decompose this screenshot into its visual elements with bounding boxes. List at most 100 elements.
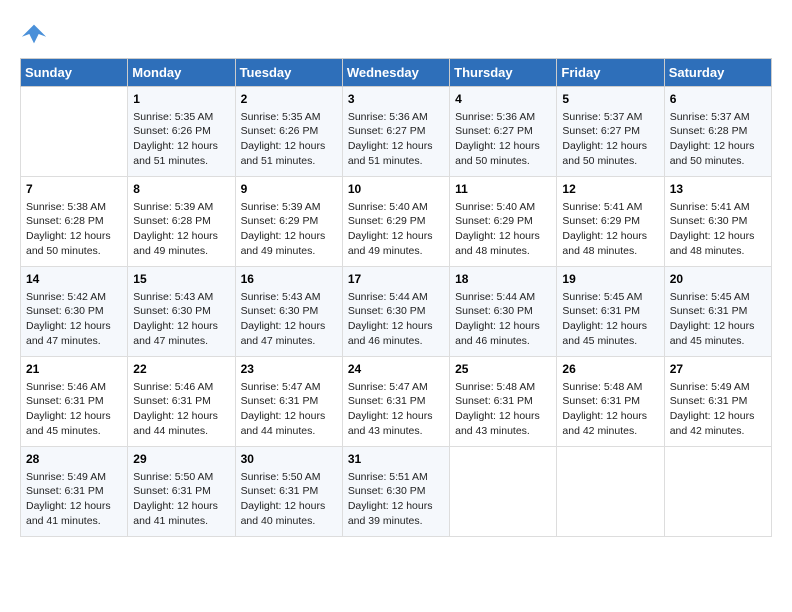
- day-number: 5: [562, 91, 658, 108]
- day-info: Sunrise: 5:35 AM Sunset: 6:26 PM Dayligh…: [241, 110, 337, 169]
- day-info: Sunrise: 5:39 AM Sunset: 6:29 PM Dayligh…: [241, 200, 337, 259]
- calendar-cell: [557, 447, 664, 537]
- day-number: 21: [26, 361, 122, 378]
- day-info: Sunrise: 5:46 AM Sunset: 6:31 PM Dayligh…: [26, 380, 122, 439]
- day-info: Sunrise: 5:40 AM Sunset: 6:29 PM Dayligh…: [455, 200, 551, 259]
- calendar-cell: 31 Sunrise: 5:51 AM Sunset: 6:30 PM Dayli…: [342, 447, 449, 537]
- calendar-cell: 27 Sunrise: 5:49 AM Sunset: 6:31 PM Dayli…: [664, 357, 771, 447]
- calendar-cell: 3 Sunrise: 5:36 AM Sunset: 6:27 PM Daylig…: [342, 87, 449, 177]
- day-info: Sunrise: 5:41 AM Sunset: 6:30 PM Dayligh…: [670, 200, 766, 259]
- day-number: 24: [348, 361, 444, 378]
- day-info: Sunrise: 5:37 AM Sunset: 6:28 PM Dayligh…: [670, 110, 766, 169]
- day-info: Sunrise: 5:38 AM Sunset: 6:28 PM Dayligh…: [26, 200, 122, 259]
- day-info: Sunrise: 5:41 AM Sunset: 6:29 PM Dayligh…: [562, 200, 658, 259]
- day-info: Sunrise: 5:47 AM Sunset: 6:31 PM Dayligh…: [348, 380, 444, 439]
- day-info: Sunrise: 5:36 AM Sunset: 6:27 PM Dayligh…: [455, 110, 551, 169]
- day-info: Sunrise: 5:35 AM Sunset: 6:26 PM Dayligh…: [133, 110, 229, 169]
- day-number: 4: [455, 91, 551, 108]
- calendar-cell: 9 Sunrise: 5:39 AM Sunset: 6:29 PM Daylig…: [235, 177, 342, 267]
- day-info: Sunrise: 5:50 AM Sunset: 6:31 PM Dayligh…: [241, 470, 337, 529]
- logo: [20, 20, 52, 48]
- page-header: [20, 20, 772, 48]
- calendar-cell: [664, 447, 771, 537]
- day-number: 7: [26, 181, 122, 198]
- calendar-cell: 19 Sunrise: 5:45 AM Sunset: 6:31 PM Dayli…: [557, 267, 664, 357]
- calendar-cell: 5 Sunrise: 5:37 AM Sunset: 6:27 PM Daylig…: [557, 87, 664, 177]
- calendar-cell: 1 Sunrise: 5:35 AM Sunset: 6:26 PM Daylig…: [128, 87, 235, 177]
- day-info: Sunrise: 5:48 AM Sunset: 6:31 PM Dayligh…: [455, 380, 551, 439]
- day-number: 19: [562, 271, 658, 288]
- day-number: 3: [348, 91, 444, 108]
- day-info: Sunrise: 5:49 AM Sunset: 6:31 PM Dayligh…: [670, 380, 766, 439]
- day-number: 22: [133, 361, 229, 378]
- day-number: 9: [241, 181, 337, 198]
- calendar-cell: 26 Sunrise: 5:48 AM Sunset: 6:31 PM Dayli…: [557, 357, 664, 447]
- day-number: 23: [241, 361, 337, 378]
- day-number: 6: [670, 91, 766, 108]
- day-number: 26: [562, 361, 658, 378]
- day-info: Sunrise: 5:45 AM Sunset: 6:31 PM Dayligh…: [562, 290, 658, 349]
- day-number: 31: [348, 451, 444, 468]
- day-number: 18: [455, 271, 551, 288]
- day-info: Sunrise: 5:51 AM Sunset: 6:30 PM Dayligh…: [348, 470, 444, 529]
- day-info: Sunrise: 5:37 AM Sunset: 6:27 PM Dayligh…: [562, 110, 658, 169]
- day-number: 16: [241, 271, 337, 288]
- calendar-cell: [21, 87, 128, 177]
- day-number: 29: [133, 451, 229, 468]
- day-number: 1: [133, 91, 229, 108]
- day-number: 27: [670, 361, 766, 378]
- day-info: Sunrise: 5:42 AM Sunset: 6:30 PM Dayligh…: [26, 290, 122, 349]
- calendar-cell: 25 Sunrise: 5:48 AM Sunset: 6:31 PM Dayli…: [450, 357, 557, 447]
- day-info: Sunrise: 5:43 AM Sunset: 6:30 PM Dayligh…: [133, 290, 229, 349]
- calendar-cell: 30 Sunrise: 5:50 AM Sunset: 6:31 PM Dayli…: [235, 447, 342, 537]
- day-info: Sunrise: 5:44 AM Sunset: 6:30 PM Dayligh…: [455, 290, 551, 349]
- day-number: 20: [670, 271, 766, 288]
- col-header-thursday: Thursday: [450, 59, 557, 87]
- calendar-cell: 29 Sunrise: 5:50 AM Sunset: 6:31 PM Dayli…: [128, 447, 235, 537]
- col-header-saturday: Saturday: [664, 59, 771, 87]
- day-number: 8: [133, 181, 229, 198]
- col-header-tuesday: Tuesday: [235, 59, 342, 87]
- day-info: Sunrise: 5:48 AM Sunset: 6:31 PM Dayligh…: [562, 380, 658, 439]
- calendar-cell: 22 Sunrise: 5:46 AM Sunset: 6:31 PM Dayli…: [128, 357, 235, 447]
- day-info: Sunrise: 5:50 AM Sunset: 6:31 PM Dayligh…: [133, 470, 229, 529]
- day-number: 30: [241, 451, 337, 468]
- col-header-sunday: Sunday: [21, 59, 128, 87]
- calendar-cell: 15 Sunrise: 5:43 AM Sunset: 6:30 PM Dayli…: [128, 267, 235, 357]
- day-number: 15: [133, 271, 229, 288]
- col-header-friday: Friday: [557, 59, 664, 87]
- day-info: Sunrise: 5:44 AM Sunset: 6:30 PM Dayligh…: [348, 290, 444, 349]
- calendar-cell: 23Sunrise: 5:47 AM Sunset: 6:31 PM Dayli…: [235, 357, 342, 447]
- calendar-cell: 12 Sunrise: 5:41 AM Sunset: 6:29 PM Dayli…: [557, 177, 664, 267]
- calendar-cell: [450, 447, 557, 537]
- col-header-wednesday: Wednesday: [342, 59, 449, 87]
- day-number: 14: [26, 271, 122, 288]
- day-info: Sunrise: 5:49 AM Sunset: 6:31 PM Dayligh…: [26, 470, 122, 529]
- calendar-cell: 8 Sunrise: 5:39 AM Sunset: 6:28 PM Daylig…: [128, 177, 235, 267]
- day-number: 12: [562, 181, 658, 198]
- day-number: 11: [455, 181, 551, 198]
- day-info: Sunrise: 5:36 AM Sunset: 6:27 PM Dayligh…: [348, 110, 444, 169]
- calendar-cell: 17 Sunrise: 5:44 AM Sunset: 6:30 PM Dayli…: [342, 267, 449, 357]
- day-number: 25: [455, 361, 551, 378]
- day-info: Sunrise: 5:40 AM Sunset: 6:29 PM Dayligh…: [348, 200, 444, 259]
- calendar-cell: 20Sunrise: 5:45 AM Sunset: 6:31 PM Dayli…: [664, 267, 771, 357]
- calendar-cell: 16Sunrise: 5:43 AM Sunset: 6:30 PM Dayli…: [235, 267, 342, 357]
- day-number: 2: [241, 91, 337, 108]
- day-number: 10: [348, 181, 444, 198]
- day-number: 28: [26, 451, 122, 468]
- day-number: 17: [348, 271, 444, 288]
- calendar-cell: 28 Sunrise: 5:49 AM Sunset: 6:31 PM Dayli…: [21, 447, 128, 537]
- day-info: Sunrise: 5:46 AM Sunset: 6:31 PM Dayligh…: [133, 380, 229, 439]
- calendar-week-4: 21 Sunrise: 5:46 AM Sunset: 6:31 PM Dayli…: [21, 357, 772, 447]
- calendar-table: SundayMondayTuesdayWednesdayThursdayFrid…: [20, 58, 772, 537]
- calendar-cell: 13 Sunrise: 5:41 AM Sunset: 6:30 PM Dayli…: [664, 177, 771, 267]
- col-header-monday: Monday: [128, 59, 235, 87]
- day-info: Sunrise: 5:39 AM Sunset: 6:28 PM Dayligh…: [133, 200, 229, 259]
- calendar-cell: 7 Sunrise: 5:38 AM Sunset: 6:28 PM Daylig…: [21, 177, 128, 267]
- day-number: 13: [670, 181, 766, 198]
- calendar-cell: 2 Sunrise: 5:35 AM Sunset: 6:26 PM Daylig…: [235, 87, 342, 177]
- calendar-cell: 21 Sunrise: 5:46 AM Sunset: 6:31 PM Dayli…: [21, 357, 128, 447]
- calendar-week-1: 1 Sunrise: 5:35 AM Sunset: 6:26 PM Daylig…: [21, 87, 772, 177]
- calendar-cell: 10 Sunrise: 5:40 AM Sunset: 6:29 PM Dayli…: [342, 177, 449, 267]
